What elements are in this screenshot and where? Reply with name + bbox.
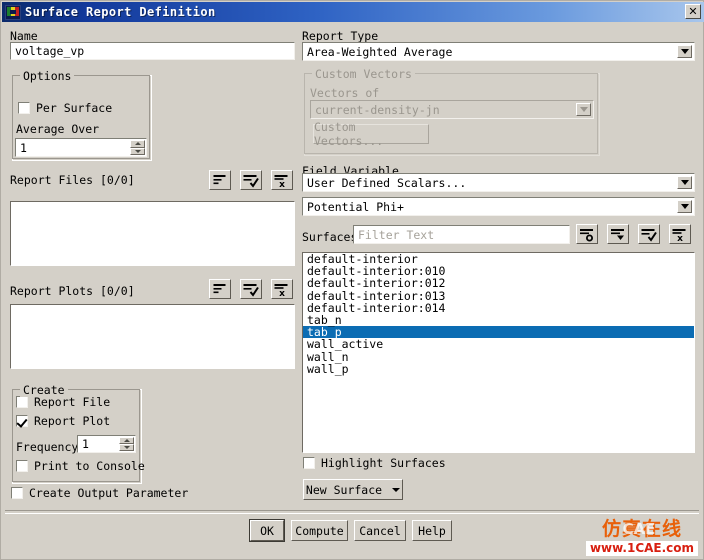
print-to-console-checkbox[interactable]: Print to Console: [16, 459, 145, 473]
create-group-title: Create: [20, 383, 68, 397]
field-variable-second-value: Potential Phi+: [307, 200, 404, 214]
average-over-label: Average Over: [16, 122, 99, 136]
stepper-down-icon[interactable]: [119, 444, 134, 451]
svg-text:x: x: [279, 289, 285, 297]
highlight-surfaces-checkbox[interactable]: Highlight Surfaces: [303, 456, 446, 470]
select-dropdown-icon[interactable]: [607, 224, 629, 244]
checkbox-box: [16, 415, 28, 427]
report-plots-list[interactable]: [10, 304, 295, 369]
edit-check-icon[interactable]: [240, 170, 262, 190]
chevron-down-icon: [392, 488, 400, 492]
report-type-value: Area-Weighted Average: [307, 45, 452, 59]
vectors-of-label: Vectors of: [310, 86, 379, 100]
per-surface-checkbox[interactable]: Per Surface: [18, 101, 112, 115]
chevron-down-icon[interactable]: [677, 200, 692, 213]
frequency-value: 1: [82, 437, 89, 451]
highlight-surfaces-label: Highlight Surfaces: [321, 456, 446, 470]
list-item[interactable]: tab_n: [303, 314, 694, 326]
custom-vectors-group-title: Custom Vectors: [312, 67, 415, 81]
list-item[interactable]: default-interior:013: [303, 290, 694, 302]
delete-x-icon[interactable]: x: [271, 170, 293, 190]
deselect-all-icon[interactable]: x: [669, 224, 691, 244]
print-to-console-label: Print to Console: [34, 459, 145, 473]
create-output-parameter-checkbox[interactable]: Create Output Parameter: [11, 486, 188, 500]
watermark-cn-text: 仿真在线: [586, 518, 698, 541]
report-type-label: Report Type: [302, 29, 378, 43]
name-input[interactable]: voltage_vp: [10, 42, 295, 60]
chevron-down-icon[interactable]: [677, 176, 692, 189]
chevron-down-icon: [576, 103, 591, 116]
cancel-button[interactable]: Cancel: [354, 520, 406, 541]
delete-x-icon[interactable]: x: [271, 279, 293, 299]
surface-report-definition-dialog: Surface Report Definition ✕ Name voltage…: [0, 0, 704, 560]
help-button[interactable]: Help: [412, 520, 452, 541]
monitor-icon: [5, 5, 21, 20]
report-file-checkbox[interactable]: Report File: [16, 395, 110, 409]
name-label: Name: [10, 29, 38, 43]
watermark-ghost-text: CAE: [604, 518, 674, 540]
report-files-label: Report Files [0/0]: [10, 173, 135, 187]
checkbox-box: [303, 457, 315, 469]
new-surface-label: New Surface: [306, 483, 382, 497]
ok-button[interactable]: OK: [250, 520, 284, 541]
custom-vectors-button: Custom Vectors...: [313, 124, 429, 144]
watermark-domain: www.1CAE.com: [586, 541, 698, 556]
new-icon[interactable]: [209, 279, 231, 299]
frequency-stepper[interactable]: 1: [77, 435, 136, 453]
field-variable-second-select[interactable]: Potential Phi+: [302, 197, 695, 216]
average-over-stepper[interactable]: 1: [15, 138, 147, 157]
report-file-label: Report File: [34, 395, 110, 409]
report-plot-label: Report Plot: [34, 414, 110, 428]
stepper-down-icon[interactable]: [130, 148, 145, 156]
report-files-list[interactable]: [10, 201, 295, 266]
checkbox-box: [18, 102, 30, 114]
chevron-down-icon[interactable]: [677, 45, 692, 58]
filter-options-icon[interactable]: [576, 224, 598, 244]
report-plot-checkbox[interactable]: Report Plot: [16, 414, 110, 428]
select-all-icon[interactable]: [638, 224, 660, 244]
list-item[interactable]: default-interior:014: [303, 302, 694, 314]
checkbox-box: [11, 487, 23, 499]
list-item[interactable]: wall_p: [303, 363, 694, 375]
close-icon[interactable]: ✕: [685, 4, 701, 19]
edit-check-icon[interactable]: [240, 279, 262, 299]
site-watermark: 仿真在线 CAE www.1CAE.com: [586, 518, 698, 556]
svg-text:x: x: [279, 180, 285, 188]
field-variable-value: User Defined Scalars...: [307, 176, 466, 190]
per-surface-label: Per Surface: [36, 101, 112, 115]
window-title: Surface Report Definition: [25, 5, 216, 19]
stepper-arrows[interactable]: [119, 437, 134, 451]
list-item[interactable]: wall_active: [303, 338, 694, 350]
surfaces-filter-input[interactable]: Filter Text: [353, 225, 570, 244]
field-variable-select[interactable]: User Defined Scalars...: [302, 173, 695, 192]
title-bar: Surface Report Definition ✕: [2, 2, 704, 22]
svg-text:x: x: [677, 234, 683, 242]
average-over-value: 1: [20, 141, 27, 155]
stepper-up-icon[interactable]: [130, 140, 145, 148]
list-item[interactable]: default-interior:012: [303, 277, 694, 289]
create-output-parameter-label: Create Output Parameter: [29, 486, 188, 500]
new-icon[interactable]: [209, 170, 231, 190]
options-group-title: Options: [20, 69, 74, 83]
compute-button[interactable]: Compute: [291, 520, 348, 541]
new-surface-dropdown-button[interactable]: New Surface: [303, 479, 403, 500]
frequency-label: Frequency: [16, 440, 78, 454]
stepper-arrows[interactable]: [130, 140, 145, 155]
surfaces-label: Surfaces: [302, 230, 357, 244]
vectors-of-select: current-density-jn: [310, 100, 594, 119]
footer-divider: [5, 510, 699, 514]
stepper-up-icon[interactable]: [119, 437, 134, 444]
report-type-select[interactable]: Area-Weighted Average: [302, 42, 695, 61]
vectors-of-value: current-density-jn: [315, 103, 440, 117]
report-plots-label: Report Plots [0/0]: [10, 284, 135, 298]
surfaces-list[interactable]: default-interiordefault-interior:010defa…: [302, 252, 695, 453]
checkbox-box: [16, 396, 28, 408]
checkbox-box: [16, 460, 28, 472]
list-item[interactable]: wall_n: [303, 351, 694, 363]
